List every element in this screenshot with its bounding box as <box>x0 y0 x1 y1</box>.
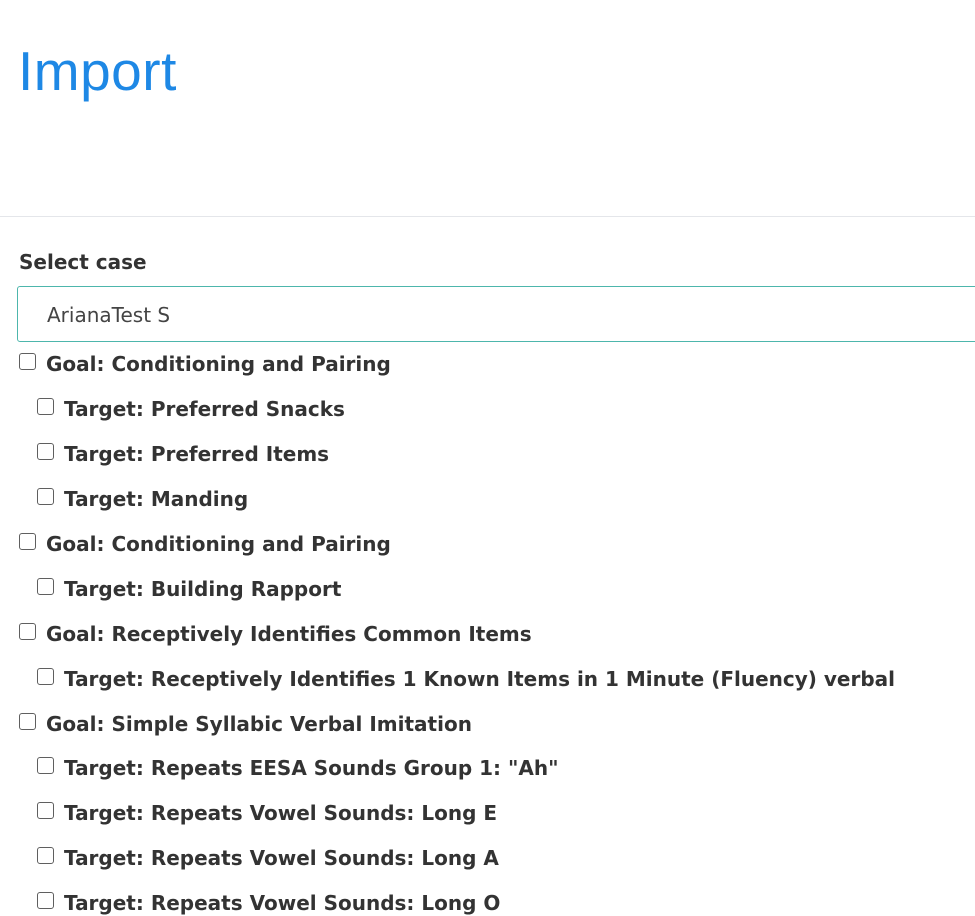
target-checkbox[interactable] <box>37 443 54 461</box>
target-label: Target: Repeats EESA Sounds Group 1: "Ah… <box>64 756 559 781</box>
target-label: Target: Building Rapport <box>64 576 342 601</box>
goal-label: Goal: Conditioning and Pairing <box>46 532 391 556</box>
target-checkbox[interactable] <box>37 398 54 416</box>
target-row: Target: Manding <box>0 477 975 522</box>
target-checkbox[interactable] <box>37 488 54 506</box>
target-row: Target: Repeats EESA Sounds Group 1: "Ah… <box>0 746 975 791</box>
target-label: Target: Repeats Vowel Sounds: Long A <box>64 846 499 871</box>
goal-label: Goal: Receptively Identifies Common Item… <box>46 621 532 646</box>
goal-checkbox[interactable] <box>19 712 36 730</box>
goal-checkbox[interactable] <box>19 622 36 640</box>
case-select[interactable]: ArianaTest S <box>17 286 975 342</box>
target-row: Target: Building Rapport <box>0 566 975 611</box>
target-row: Target: Preferred Items <box>0 432 975 477</box>
goal-checkbox[interactable] <box>19 533 36 550</box>
target-row: Target: Repeats Vowel Sounds: Long E <box>0 791 975 836</box>
target-checkbox[interactable] <box>37 847 54 865</box>
target-checkbox[interactable] <box>37 802 54 820</box>
target-label: Target: Repeats Vowel Sounds: Long O <box>64 891 501 916</box>
target-checkbox[interactable] <box>37 892 54 910</box>
target-row: Target: Repeats Vowel Sounds: Long O <box>0 881 975 916</box>
page-title: Import <box>18 40 177 102</box>
target-row: Target: Receptively Identifies 1 Known I… <box>0 656 975 701</box>
target-label: Target: Receptively Identifies 1 Known I… <box>64 666 896 691</box>
case-select-value: ArianaTest S <box>47 303 171 327</box>
target-label: Target: Manding <box>64 487 249 512</box>
select-case-label: Select case <box>19 250 147 274</box>
goal-row: Goal: Simple Syllabic Verbal Imitation <box>0 701 975 746</box>
target-row: Target: Repeats Vowel Sounds: Long A <box>0 836 975 881</box>
target-checkbox[interactable] <box>37 667 54 685</box>
goal-label: Goal: Conditioning and Pairing <box>46 352 391 377</box>
goal-label: Goal: Simple Syllabic Verbal Imitation <box>46 711 472 736</box>
target-label: Target: Preferred Items <box>64 442 330 467</box>
goal-checkbox[interactable] <box>19 353 36 371</box>
target-label: Target: Preferred Snacks <box>64 397 345 422</box>
target-row: Target: Preferred Snacks <box>0 387 975 432</box>
target-checkbox[interactable] <box>37 577 54 595</box>
target-checkbox[interactable] <box>37 757 54 775</box>
goal-row: Goal: Receptively Identifies Common Item… <box>0 611 975 656</box>
goal-row: Goal: Conditioning and Pairing <box>0 342 975 387</box>
target-label: Target: Repeats Vowel Sounds: Long E <box>64 801 498 826</box>
goal-target-tree: Goal: Conditioning and Pairing Target: P… <box>0 342 975 916</box>
header-divider <box>0 216 975 217</box>
goal-row: Goal: Conditioning and Pairing <box>0 522 975 567</box>
